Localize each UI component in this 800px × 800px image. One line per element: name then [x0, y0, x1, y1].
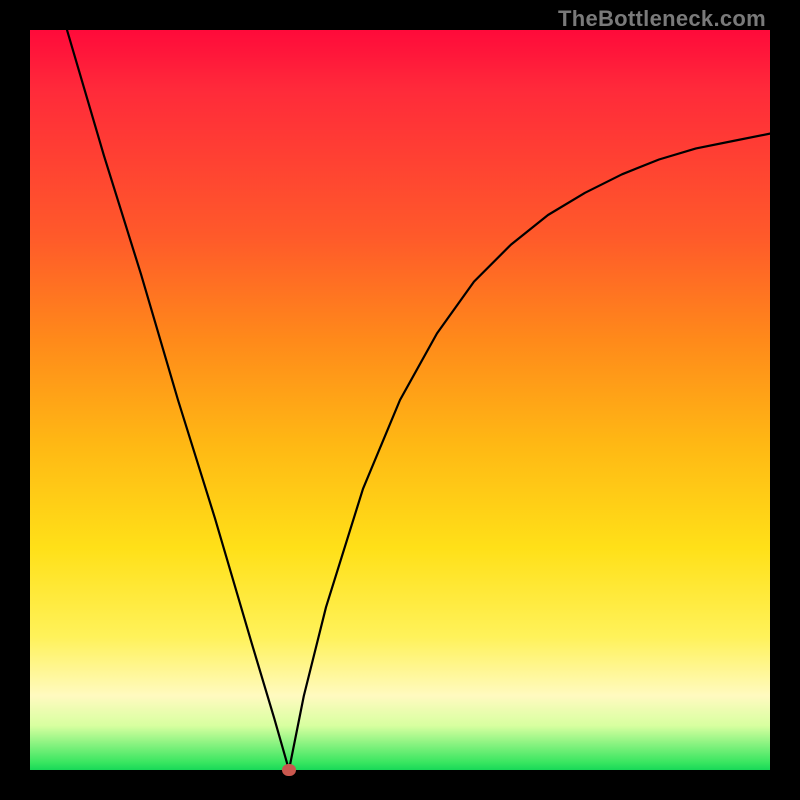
watermark-text: TheBottleneck.com [558, 6, 766, 32]
curve-svg [30, 30, 770, 770]
minimum-marker [282, 764, 296, 776]
bottleneck-curve [67, 30, 770, 770]
chart-frame: TheBottleneck.com [0, 0, 800, 800]
